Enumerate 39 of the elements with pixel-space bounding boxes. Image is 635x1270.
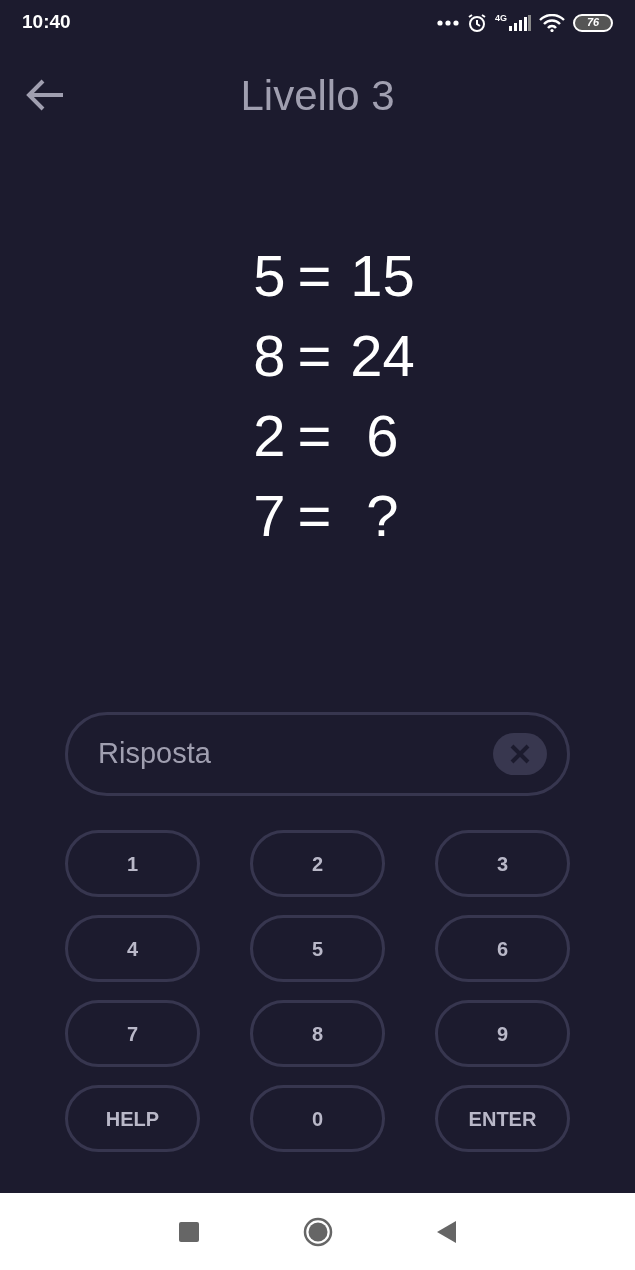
keypad-key[interactable]: 3 (435, 830, 570, 897)
signal-icon (509, 15, 531, 31)
equals-sign: = (296, 325, 333, 387)
recents-square-icon[interactable] (179, 1221, 199, 1242)
answer-input[interactable]: Risposta (98, 732, 493, 776)
back-triangle-icon[interactable] (437, 1220, 456, 1243)
equation-result: ? (365, 485, 400, 547)
wifi-icon (539, 13, 565, 32)
level-title: Livello 3 (240, 71, 395, 119)
equation-result: 24 (349, 325, 416, 387)
keypad-key[interactable]: 8 (250, 1000, 385, 1067)
answer-field[interactable]: Risposta (65, 712, 570, 796)
keypad-key[interactable]: 1 (65, 830, 200, 897)
equation-number: 2 (252, 405, 287, 467)
equation-result: 15 (349, 245, 416, 307)
equation-result: 6 (365, 405, 400, 467)
keypad-key[interactable]: 6 (435, 915, 570, 982)
keypad-key[interactable]: HELP (65, 1085, 200, 1152)
more-dots-icon (437, 19, 459, 26)
close-icon (509, 743, 531, 765)
alarm-clock-icon (467, 12, 487, 33)
equation-number: 7 (252, 485, 287, 547)
keypad-key[interactable]: 2 (250, 830, 385, 897)
keypad-key[interactable]: 9 (435, 1000, 570, 1067)
back-arrow-icon (25, 78, 65, 112)
keypad-key[interactable]: 4 (65, 915, 200, 982)
keypad-key[interactable]: 7 (65, 1000, 200, 1067)
keypad-key[interactable]: 5 (250, 915, 385, 982)
status-time: 10:40 (22, 10, 71, 35)
home-circle-icon[interactable] (303, 1216, 333, 1247)
equation-number: 5 (252, 245, 287, 307)
network-type: 4G (495, 14, 507, 23)
equals-sign: = (296, 245, 333, 307)
battery-indicator: 76 (573, 13, 613, 32)
keypad-key[interactable]: ENTER (435, 1085, 570, 1152)
equals-sign: = (296, 405, 333, 467)
equation-number: 8 (252, 325, 287, 387)
equals-sign: = (296, 485, 333, 547)
keypad-key[interactable]: 0 (250, 1085, 385, 1152)
